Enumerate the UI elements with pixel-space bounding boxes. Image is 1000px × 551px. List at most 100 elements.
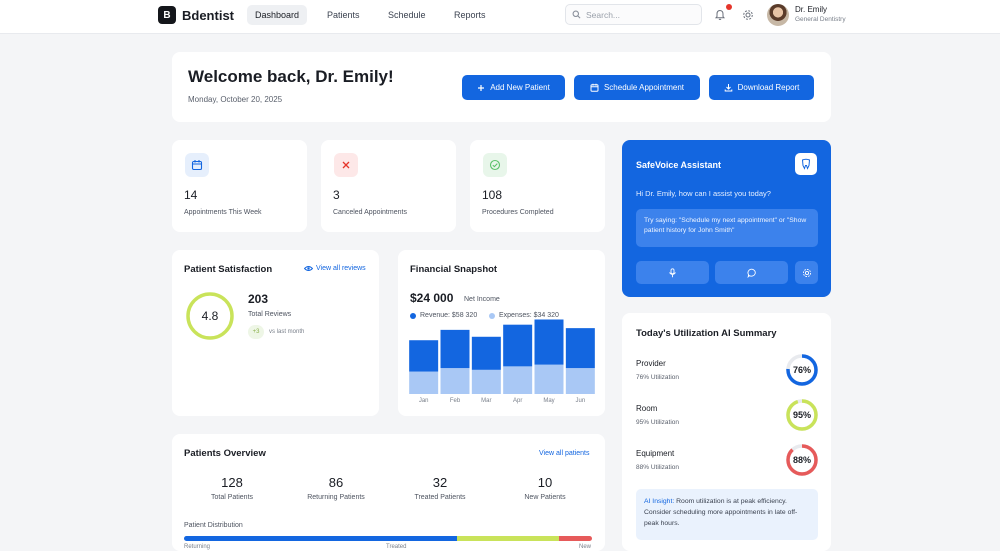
x-tick-label-jun: Jun bbox=[575, 398, 585, 404]
brand-logo[interactable]: B bbox=[158, 6, 176, 24]
tooth-icon[interactable] bbox=[795, 153, 817, 175]
net-income-value: $24 000 bbox=[410, 291, 454, 305]
reviews-delta-badge: +3 bbox=[248, 325, 264, 339]
view-all-reviews-link[interactable]: View all reviews bbox=[304, 265, 366, 272]
nav-dashboard[interactable]: Dashboard bbox=[247, 5, 308, 25]
user-name: Dr. Emily bbox=[795, 5, 827, 14]
bar-expenses-feb bbox=[440, 368, 470, 394]
treated-patients-value: 32 bbox=[432, 475, 448, 490]
stat-value-procedures: 108 bbox=[482, 188, 503, 202]
search-input[interactable] bbox=[586, 9, 696, 20]
nav-schedule[interactable]: Schedule bbox=[380, 5, 434, 25]
stat-label-canceled: Canceled Appointments bbox=[333, 209, 407, 216]
view-all-patients-link[interactable]: View all patients bbox=[539, 450, 589, 457]
assistant-settings-button[interactable] bbox=[795, 261, 818, 284]
stat-value-canceled: 3 bbox=[333, 188, 340, 202]
download-icon bbox=[724, 83, 733, 92]
bar-expenses-apr bbox=[503, 366, 533, 394]
gear-icon bbox=[802, 268, 812, 278]
user-role: General Dentistry bbox=[795, 16, 846, 23]
plus-icon bbox=[477, 84, 485, 92]
net-income-label: Net Income bbox=[464, 296, 500, 303]
brand-name: Bdentist bbox=[182, 8, 234, 23]
top-nav-bar: B Bdentist Dashboard Patients Schedule R… bbox=[0, 0, 1000, 34]
new-patients-value: 10 bbox=[537, 475, 553, 490]
total-patients-label: Total Patients bbox=[210, 494, 254, 501]
bar-expenses-mar bbox=[471, 369, 501, 394]
utilization-room-label: Room bbox=[636, 404, 658, 413]
patient-distribution-label: Patient Distribution bbox=[184, 522, 243, 529]
distribution-new-label: New bbox=[579, 544, 592, 550]
reviews-count: 203 bbox=[248, 292, 269, 306]
reviews-label: Total Reviews bbox=[248, 311, 292, 318]
close-icon bbox=[334, 153, 358, 177]
bar-revenue-jan bbox=[409, 340, 439, 372]
bar-revenue-jun bbox=[565, 328, 595, 369]
bar-expenses-jan bbox=[409, 371, 439, 394]
avatar[interactable] bbox=[767, 4, 789, 26]
nav-reports[interactable]: Reports bbox=[446, 5, 494, 25]
chat-button[interactable] bbox=[715, 261, 788, 284]
search-icon bbox=[572, 10, 581, 19]
assistant-hint: Try saying: "Schedule my next appointmen… bbox=[636, 209, 818, 247]
add-patient-label: Add New Patient bbox=[490, 83, 550, 92]
x-tick-label-may: May bbox=[543, 398, 554, 404]
page-title: Welcome back, Dr. Emily! bbox=[188, 67, 394, 86]
x-tick-label-jan: Jan bbox=[419, 398, 429, 404]
stat-value-appointments: 14 bbox=[184, 188, 198, 202]
download-report-label: Download Report bbox=[737, 83, 800, 92]
utilization-room-sub: 95% Utilization bbox=[636, 419, 679, 426]
satisfaction-title: Patient Satisfaction bbox=[184, 264, 273, 275]
utilization-equipment-value: 88% bbox=[792, 455, 811, 465]
utilization-provider-value: 76% bbox=[792, 365, 811, 375]
distribution-treated-label: Treated bbox=[386, 544, 407, 550]
patients-overview-title: Patients Overview bbox=[184, 448, 266, 459]
x-tick-label-apr: Apr bbox=[513, 398, 522, 404]
distribution-segment-new bbox=[559, 536, 592, 541]
bar-revenue-apr bbox=[503, 324, 533, 367]
distribution-returning-label: Returning bbox=[184, 544, 211, 550]
total-patients-value: 128 bbox=[221, 475, 243, 490]
ai-insight-label: AI Insight: bbox=[644, 498, 675, 505]
search-box[interactable] bbox=[565, 4, 702, 25]
new-patients-label: New Patients bbox=[524, 494, 566, 501]
current-date: Monday, October 20, 2025 bbox=[188, 95, 283, 104]
distribution-segment-returning bbox=[184, 536, 458, 541]
microphone-button[interactable] bbox=[636, 261, 709, 284]
x-tick-label-feb: Feb bbox=[450, 398, 461, 404]
bar-expenses-may bbox=[534, 364, 564, 394]
calendar-icon bbox=[590, 83, 599, 92]
bar-expenses-jun bbox=[565, 368, 595, 394]
download-report-button[interactable]: Download Report bbox=[709, 75, 814, 100]
schedule-appointment-button[interactable]: Schedule Appointment bbox=[574, 75, 700, 100]
distribution-segment-treated bbox=[457, 536, 560, 541]
reviews-delta-label: vs last month bbox=[269, 329, 305, 335]
ai-insight-box: AI Insight: Room utilization is at peak … bbox=[636, 489, 818, 540]
assistant-greeting: Hi Dr. Emily, how can I assist you today… bbox=[636, 189, 771, 198]
stat-label-procedures: Procedures Completed bbox=[482, 209, 554, 216]
treated-patients-label: Treated Patients bbox=[414, 494, 466, 501]
satisfaction-score: 4.8 bbox=[201, 309, 219, 323]
financial-bar-chart: Jan Feb Mar Apr May Jun bbox=[409, 319, 595, 404]
utilization-equipment-sub: 88% Utilization bbox=[636, 464, 679, 471]
nav-patients[interactable]: Patients bbox=[319, 5, 368, 25]
returning-patients-label: Returning Patients bbox=[307, 494, 365, 501]
bell-icon[interactable] bbox=[713, 8, 727, 22]
utilization-provider-sub: 76% Utilization bbox=[636, 374, 679, 381]
utilization-provider-label: Provider bbox=[636, 359, 666, 368]
patient-distribution-bar bbox=[184, 536, 592, 541]
stat-label-appointments: Appointments This Week bbox=[184, 209, 262, 216]
assistant-title: SafeVoice Assistant bbox=[636, 160, 722, 170]
utilization-title: Today's Utilization AI Summary bbox=[636, 328, 777, 339]
bar-revenue-feb bbox=[440, 329, 470, 369]
bar-revenue-may bbox=[534, 319, 564, 365]
gear-icon[interactable] bbox=[741, 8, 755, 22]
add-patient-button[interactable]: Add New Patient bbox=[462, 75, 565, 100]
utilization-equipment-label: Equipment bbox=[636, 449, 675, 458]
chat-bubble-icon bbox=[747, 268, 757, 278]
eye-icon bbox=[304, 265, 313, 272]
check-circle-icon bbox=[483, 153, 507, 177]
utilization-room-value: 95% bbox=[792, 410, 811, 420]
notification-dot bbox=[726, 4, 732, 10]
x-tick-label-mar: Mar bbox=[481, 398, 491, 404]
